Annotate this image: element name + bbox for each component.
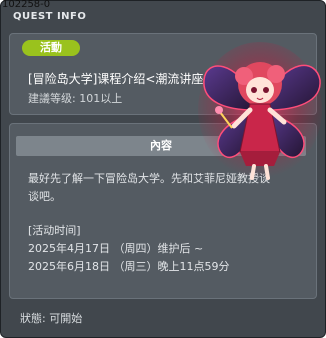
- content-line-2: 谈吧。: [28, 190, 61, 203]
- window-title: QUEST INFO: [13, 11, 87, 22]
- quest-status: 狀態: 可開始: [20, 312, 83, 325]
- event-time-heading: [活动时间]: [28, 224, 81, 237]
- event-start-time: 2025年4月17日 （周四）维护后 ~: [28, 242, 204, 255]
- title-bar[interactable]: QUEST INFO: [3, 11, 323, 25]
- event-badge: 活動: [22, 40, 80, 56]
- quest-level: 建議等级: 101以上: [28, 92, 123, 105]
- event-end-time: 2025年6月18日 （周三）晚上11点59分: [28, 260, 230, 273]
- quest-name: [冒险岛大学]课程介绍<潮流讲座>: [28, 72, 214, 86]
- quest-id-label: 102258-0: [2, 0, 51, 10]
- fairy-npc-icon: [196, 40, 324, 180]
